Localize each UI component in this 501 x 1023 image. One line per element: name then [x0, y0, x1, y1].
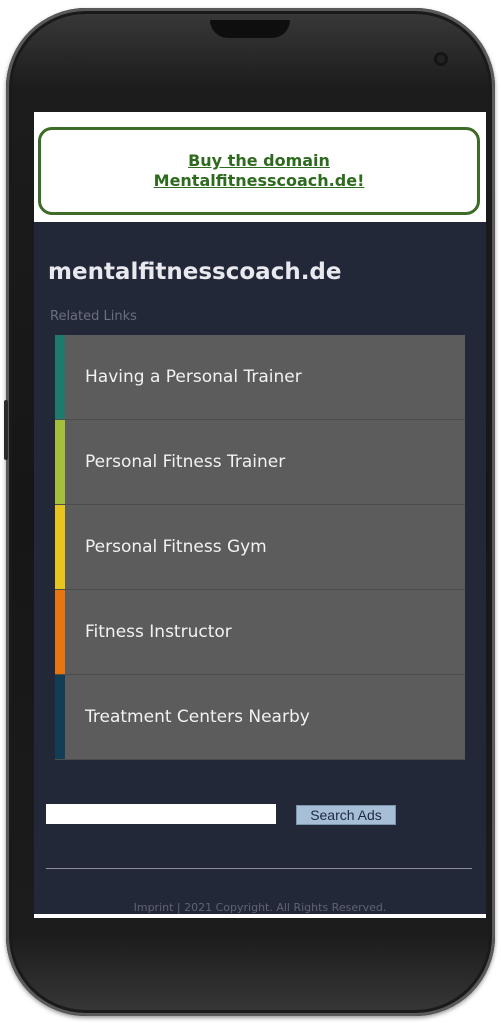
buy-domain-banner[interactable]: Buy the domain Mentalfitnesscoach.de! [38, 127, 480, 215]
phone-screen: Buy the domain Mentalfitnesscoach.de! me… [34, 112, 486, 918]
search-input[interactable] [46, 804, 276, 824]
accent-bar [55, 420, 65, 504]
related-link-label: Treatment Centers Nearby [85, 707, 310, 727]
related-link[interactable]: Personal Fitness Trainer [55, 420, 465, 505]
accent-bar [55, 505, 65, 589]
related-link-label: Personal Fitness Trainer [85, 452, 286, 472]
banner-line-2: Mentalfitnesscoach.de! [153, 171, 365, 190]
related-links-label: Related Links [50, 309, 137, 324]
accent-bar [55, 675, 65, 759]
side-button [4, 400, 8, 460]
search-row: Search Ads [46, 804, 476, 826]
related-link-label: Fitness Instructor [85, 622, 232, 642]
bottom-bezel [34, 918, 486, 998]
search-ads-button[interactable]: Search Ads [296, 805, 396, 825]
sensor-dots [64, 56, 86, 64]
front-camera [434, 52, 448, 66]
related-link[interactable]: Personal Fitness Gym [55, 505, 465, 590]
accent-bar [55, 335, 65, 419]
related-link[interactable]: Fitness Instructor [55, 590, 465, 675]
speaker-grille [210, 20, 290, 38]
banner-area: Buy the domain Mentalfitnesscoach.de! [34, 112, 486, 222]
banner-line-1: Buy the domain [188, 151, 330, 170]
related-link[interactable]: Treatment Centers Nearby [55, 675, 465, 760]
accent-bar [55, 590, 65, 674]
related-link[interactable]: Having a Personal Trainer [55, 335, 465, 420]
footer-divider [46, 868, 472, 869]
related-links-list: Having a Personal Trainer Personal Fitne… [55, 335, 465, 760]
footer-text: Imprint | 2021 Copyright. All Rights Res… [133, 901, 387, 914]
related-link-label: Personal Fitness Gym [85, 537, 267, 557]
site-title: mentalfitnesscoach.de [48, 259, 342, 285]
related-link-label: Having a Personal Trainer [85, 367, 302, 387]
